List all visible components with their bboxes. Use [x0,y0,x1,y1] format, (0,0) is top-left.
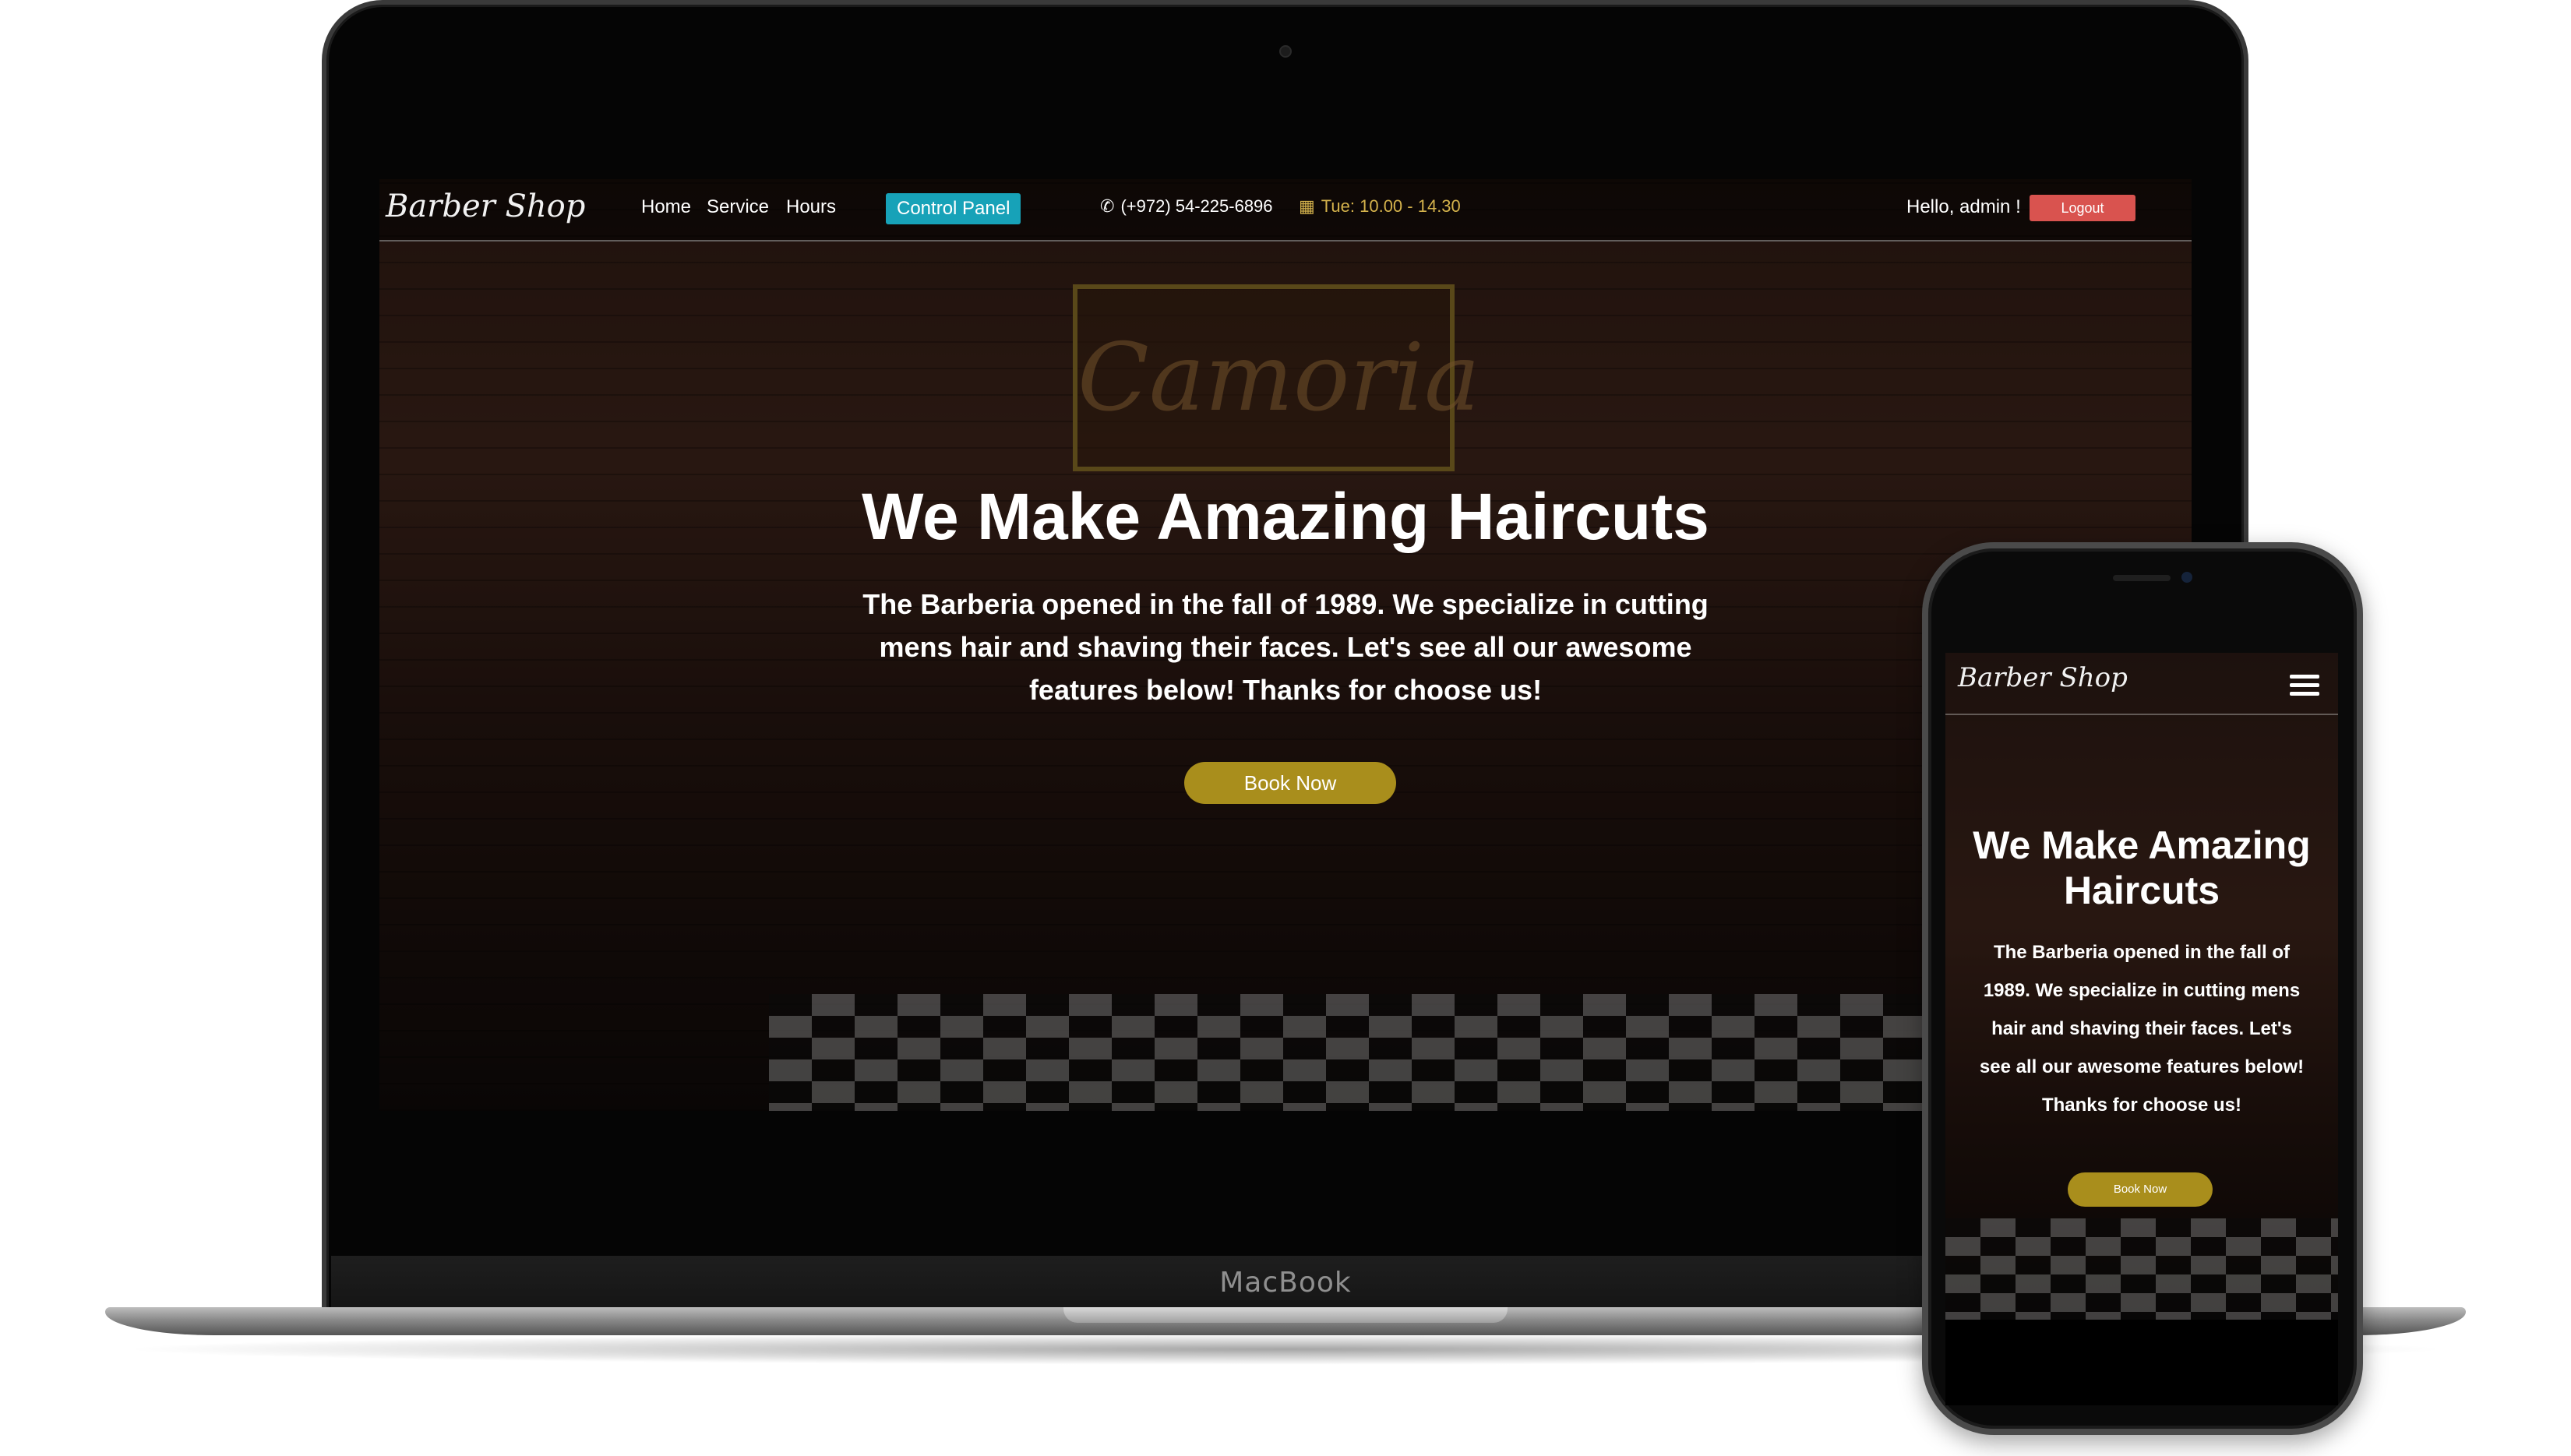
mobile-bottom-bezel [1945,1320,2338,1405]
phone-icon: ✆ [1100,196,1115,216]
hero-title: We Make Amazing Haircuts [862,480,1709,553]
hamburger-menu-icon[interactable] [2290,675,2319,696]
webcam-icon [1279,45,1292,58]
book-now-button[interactable]: Book Now [1184,762,1396,804]
mobile-hero-description: The Barberia opened in the fall of 1989.… [1979,942,2305,1116]
hours-info: ▦ Tue: 10.00 - 14.30 [1299,196,1461,217]
hero-description: The Barberia opened in the fall of 1989.… [862,588,1709,706]
brand-logo[interactable]: Barber Shop [386,189,585,224]
front-camera-icon [2181,572,2192,583]
nav-service[interactable]: Service [707,196,769,218]
nav-home[interactable]: Home [641,196,691,218]
control-panel-button[interactable]: Control Panel [886,193,1021,224]
calendar-icon: ▦ [1299,196,1315,216]
hours-text: Tue: 10.00 - 14.30 [1321,196,1461,216]
mobile-book-now-button[interactable]: Book Now [2068,1172,2213,1207]
greeting-text: Hello, admin ! [1906,196,2021,217]
nav-hours[interactable]: Hours [786,196,836,218]
macbook-notch [1063,1307,1508,1323]
mobile-brand-logo[interactable]: Barber Shop [1958,662,2128,693]
mobile-hero-title: We Make Amazing Haircuts [1973,823,2311,912]
phone-speaker [2113,575,2171,581]
phone-info: ✆ (+972) 54-225-6896 [1100,196,1273,217]
mobile-screen: Barber Shop We Make Amazing Haircuts The… [1945,653,2338,1320]
phone-number: (+972) 54-225-6896 [1120,196,1273,216]
navbar: Barber Shop Home Service Hours Control P… [379,179,2192,241]
logout-button[interactable]: Logout [2030,195,2135,221]
desktop-screen: Camoria Barber Shop Home Service Hours C… [379,179,2192,1111]
mobile-navbar: Barber Shop [1945,653,2338,715]
